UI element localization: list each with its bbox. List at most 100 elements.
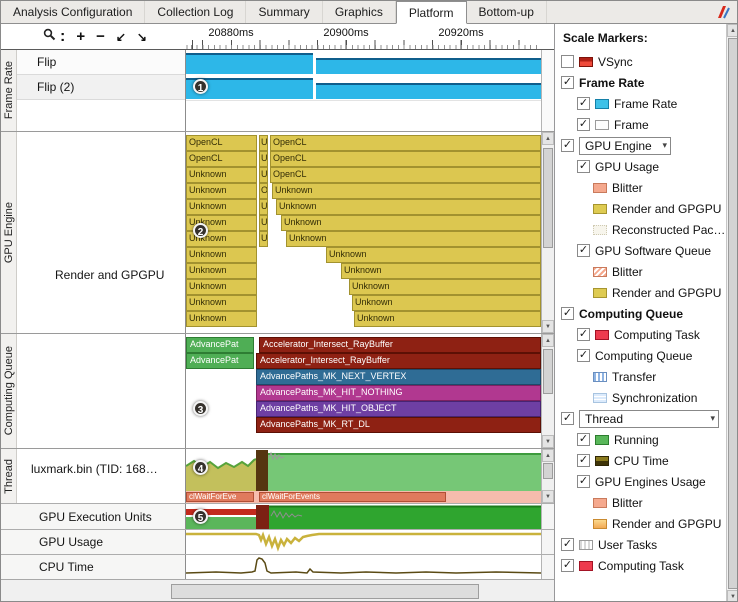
scroll-thumb[interactable] (728, 38, 738, 589)
checkbox-frame[interactable]: ✓ (577, 118, 590, 131)
engine-bar[interactable]: OpenCL (270, 167, 541, 183)
queue-bar[interactable]: AdvancePat (186, 353, 254, 369)
engine-bar[interactable]: Unknown (272, 183, 541, 199)
row-label-render-and-gpgpu[interactable]: Render and GPGPU (55, 268, 164, 282)
row-label-gpu-execution-units[interactable]: GPU Execution Units (1, 504, 186, 529)
checkbox-computing-task[interactable]: ✓ (577, 328, 590, 341)
engine-bar[interactable]: Unknown (281, 215, 541, 231)
scroll-thumb[interactable] (543, 463, 553, 479)
scroll-thumb[interactable] (543, 148, 553, 248)
checkbox-vsync[interactable] (561, 55, 574, 68)
tab-summary[interactable]: Summary (246, 1, 322, 23)
cpu-time-chart[interactable] (186, 555, 541, 579)
tab-bottom-up[interactable]: Bottom-up (467, 1, 547, 23)
engine-bar[interactable]: U (259, 231, 268, 247)
thread-scrollbar[interactable]: ▲ ▼ (541, 449, 554, 503)
scroll-up-button[interactable]: ▲ (542, 132, 554, 145)
checkbox-gpu-software-queue[interactable]: ✓ (577, 244, 590, 257)
scroll-up-button[interactable]: ▲ (727, 24, 738, 37)
wait-bar[interactable]: clWaitForEve (186, 492, 254, 502)
row-label-gpu-usage[interactable]: GPU Usage (1, 530, 186, 554)
row-label-cpu-time[interactable]: CPU Time (1, 555, 186, 579)
gpu-eu-chart[interactable] (186, 504, 541, 529)
scroll-down-button[interactable]: ▼ (542, 320, 554, 333)
gpu-engine-scrollbar[interactable]: ▲ ▼ (541, 132, 554, 333)
tab-platform[interactable]: Platform (396, 1, 467, 24)
gpu-usage-timeline[interactable] (186, 530, 541, 554)
checkbox-thread[interactable]: ✓ (561, 412, 574, 425)
engine-bar[interactable]: U (259, 167, 268, 183)
row-label-luxmark-bin[interactable]: luxmark.bin (TID: 168… (31, 462, 186, 476)
engine-bar[interactable]: OpenCL (270, 135, 541, 151)
scroll-up-button[interactable]: ▲ (542, 334, 554, 347)
computing-queue-timeline[interactable]: AdvancePatAccelerator_Intersect_RayBuffe… (186, 334, 541, 448)
gpu-eu-timeline[interactable] (186, 504, 541, 529)
engine-bar[interactable]: Unknown (354, 311, 541, 327)
row-label-flip[interactable]: Flip (17, 50, 185, 75)
checkbox-user-tasks[interactable]: ✓ (561, 538, 574, 551)
queue-bar[interactable]: AdvancePaths_MK_HIT_OBJECT (256, 401, 541, 417)
combo-thread[interactable]: Thread▾ (579, 410, 719, 428)
flip-bar[interactable] (316, 58, 541, 74)
engine-bar[interactable]: Unknown (186, 247, 257, 263)
wait-bar[interactable]: clWaitForEvents (259, 492, 446, 502)
hscroll-thumb[interactable] (171, 584, 479, 599)
checkbox-gpu-engines-usage[interactable]: ✓ (577, 475, 590, 488)
engine-bar[interactable]: U (259, 135, 268, 151)
tab-analysis-configuration[interactable]: Analysis Configuration (1, 1, 145, 23)
engine-bar[interactable]: Unknown (286, 231, 541, 247)
combo-gpu-engine[interactable]: GPU Engine▾ (579, 137, 671, 155)
scroll-down-button[interactable]: ▼ (542, 435, 554, 448)
timeline-ruler[interactable]: 20880ms20900ms20920ms (186, 24, 541, 49)
engine-bar[interactable]: Unknown (352, 295, 541, 311)
scroll-up-button[interactable]: ▲ (542, 449, 554, 462)
engine-bar[interactable]: U (259, 215, 268, 231)
checkbox-frame-rate[interactable]: ✓ (577, 97, 590, 110)
engine-bar[interactable]: Unknown (186, 263, 257, 279)
engine-bar[interactable]: OpenCL (186, 151, 257, 167)
row-label-flip-2[interactable]: Flip (2) (17, 75, 185, 100)
queue-bar[interactable]: AdvancePat (186, 337, 254, 353)
queue-bar[interactable]: AdvancePaths_MK_NEXT_VERTEX (256, 369, 541, 385)
engine-bar[interactable]: O (259, 183, 268, 199)
scroll-down-button[interactable]: ▼ (542, 490, 554, 503)
engine-bar[interactable]: OpenCL (186, 135, 257, 151)
engine-bar[interactable]: Unknown (186, 311, 257, 327)
engine-bar[interactable]: Unknown (186, 295, 257, 311)
checkbox-frame-rate[interactable]: ✓ (561, 76, 574, 89)
horizontal-scrollbar[interactable] (1, 579, 554, 602)
engine-bar[interactable]: Unknown (186, 167, 257, 183)
thread-timeline[interactable]: clWaitForEve clWaitForEvents (186, 449, 541, 503)
engine-bar[interactable]: Unknown (349, 279, 541, 295)
engine-bar[interactable]: U (259, 151, 268, 167)
frame-rate-timeline[interactable] (186, 50, 541, 131)
engine-bar[interactable]: Unknown (341, 263, 541, 279)
wait-strip[interactable]: clWaitForEve clWaitForEvents (186, 491, 541, 503)
flip-bar[interactable] (186, 53, 313, 74)
engine-bar[interactable]: Unknown (276, 199, 541, 215)
checkbox-running[interactable]: ✓ (577, 433, 590, 446)
zoom-out-button[interactable]: − (96, 29, 105, 44)
queue-bar[interactable]: Accelerator_Intersect_RayBuffer (256, 353, 541, 369)
tab-collection-log[interactable]: Collection Log (145, 1, 246, 23)
checkbox-computing-queue[interactable]: ✓ (577, 349, 590, 362)
scroll-thumb[interactable] (543, 349, 553, 394)
checkbox-gpu-usage[interactable]: ✓ (577, 160, 590, 173)
gpu-usage-chart[interactable] (186, 530, 541, 554)
queue-bar[interactable]: AdvancePaths_MK_RT_DL (256, 417, 541, 433)
zoom-in-button[interactable]: + (76, 29, 85, 44)
panel-scrollbar[interactable]: ▲ ▼ (726, 24, 738, 602)
zoom-undo-button[interactable]: ↘ (137, 31, 147, 43)
engine-bar[interactable]: U (259, 199, 268, 215)
gpu-engine-timeline[interactable]: OpenCLUOpenCLOpenCLUOpenCLUnknownUOpenCL… (186, 132, 541, 333)
computing-queue-scrollbar[interactable]: ▲ ▼ (541, 334, 554, 448)
engine-bar[interactable]: Unknown (186, 183, 257, 199)
tab-graphics[interactable]: Graphics (323, 1, 396, 23)
queue-bar[interactable]: Accelerator_Intersect_RayBuffer (259, 337, 541, 353)
checkbox-computing-queue[interactable]: ✓ (561, 307, 574, 320)
checkbox-gpu-engine[interactable]: ✓ (561, 139, 574, 152)
engine-bar[interactable]: OpenCL (270, 151, 541, 167)
engine-bar[interactable]: Unknown (186, 199, 257, 215)
thread-activity-chart[interactable] (186, 450, 541, 492)
engine-bar[interactable]: Unknown (326, 247, 541, 263)
